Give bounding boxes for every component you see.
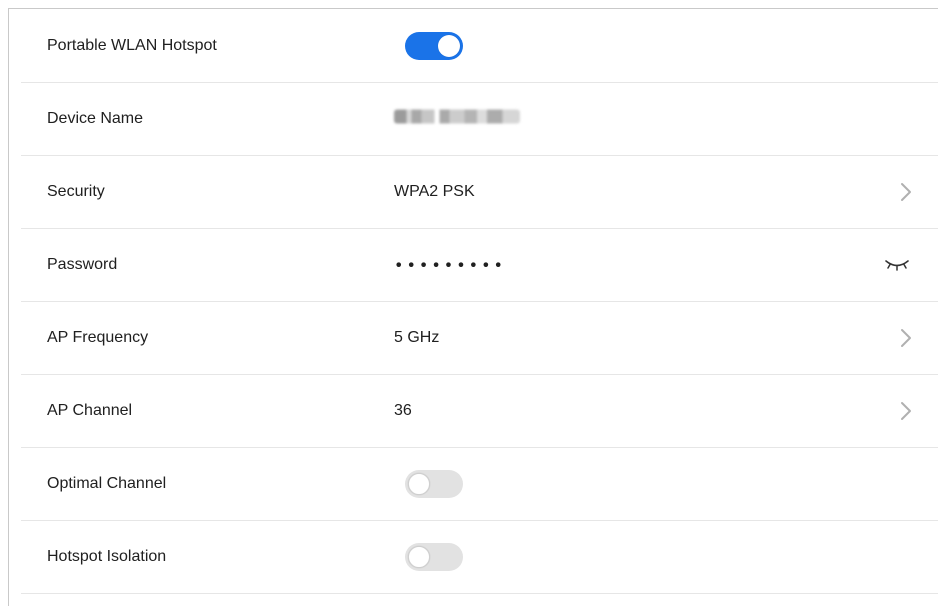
blurred-text [394,109,520,124]
toggle-knob [408,473,430,495]
toggle-knob [438,35,460,57]
chevron-right-icon[interactable] [900,182,912,202]
setting-row-portable-wlan-hotspot[interactable]: Portable WLAN Hotspot [21,10,938,83]
setting-row-ap-channel[interactable]: AP Channel 36 [21,375,938,448]
optimal-channel-toggle[interactable] [405,470,463,498]
setting-label: Portable WLAN Hotspot [47,37,217,54]
setting-row-ap-frequency[interactable]: AP Frequency 5 GHz [21,302,938,375]
setting-row-security[interactable]: Security WPA2 PSK [21,156,938,229]
chevron-right-icon[interactable] [900,328,912,348]
eye-closed-icon[interactable] [884,258,910,272]
hotspot-settings-list: Portable WLAN Hotspot Device Name Securi… [21,10,938,594]
chevron-right-icon[interactable] [900,401,912,421]
setting-row-hotspot-isolation[interactable]: Hotspot Isolation [21,521,938,594]
setting-label: Device Name [47,110,144,127]
setting-label: AP Channel [47,402,133,419]
setting-label: Hotspot Isolation [47,548,167,565]
setting-row-device-name[interactable]: Device Name [21,83,938,156]
setting-row-password[interactable]: Password ••••••••• [21,229,938,302]
ap-frequency-value: 5 GHz [394,329,440,346]
ap-channel-value: 36 [394,402,412,419]
hotspot-isolation-toggle[interactable] [405,543,463,571]
hotspot-toggle[interactable] [405,32,463,60]
device-name-value-blurred [394,109,520,129]
password-value: ••••••••• [394,255,506,275]
setting-label: Security [47,183,105,200]
setting-label: AP Frequency [47,329,149,346]
security-value: WPA2 PSK [394,183,475,200]
setting-label: Password [47,256,118,273]
setting-label: Optimal Channel [47,475,167,492]
toggle-knob [408,546,430,568]
setting-row-optimal-channel[interactable]: Optimal Channel [21,448,938,521]
